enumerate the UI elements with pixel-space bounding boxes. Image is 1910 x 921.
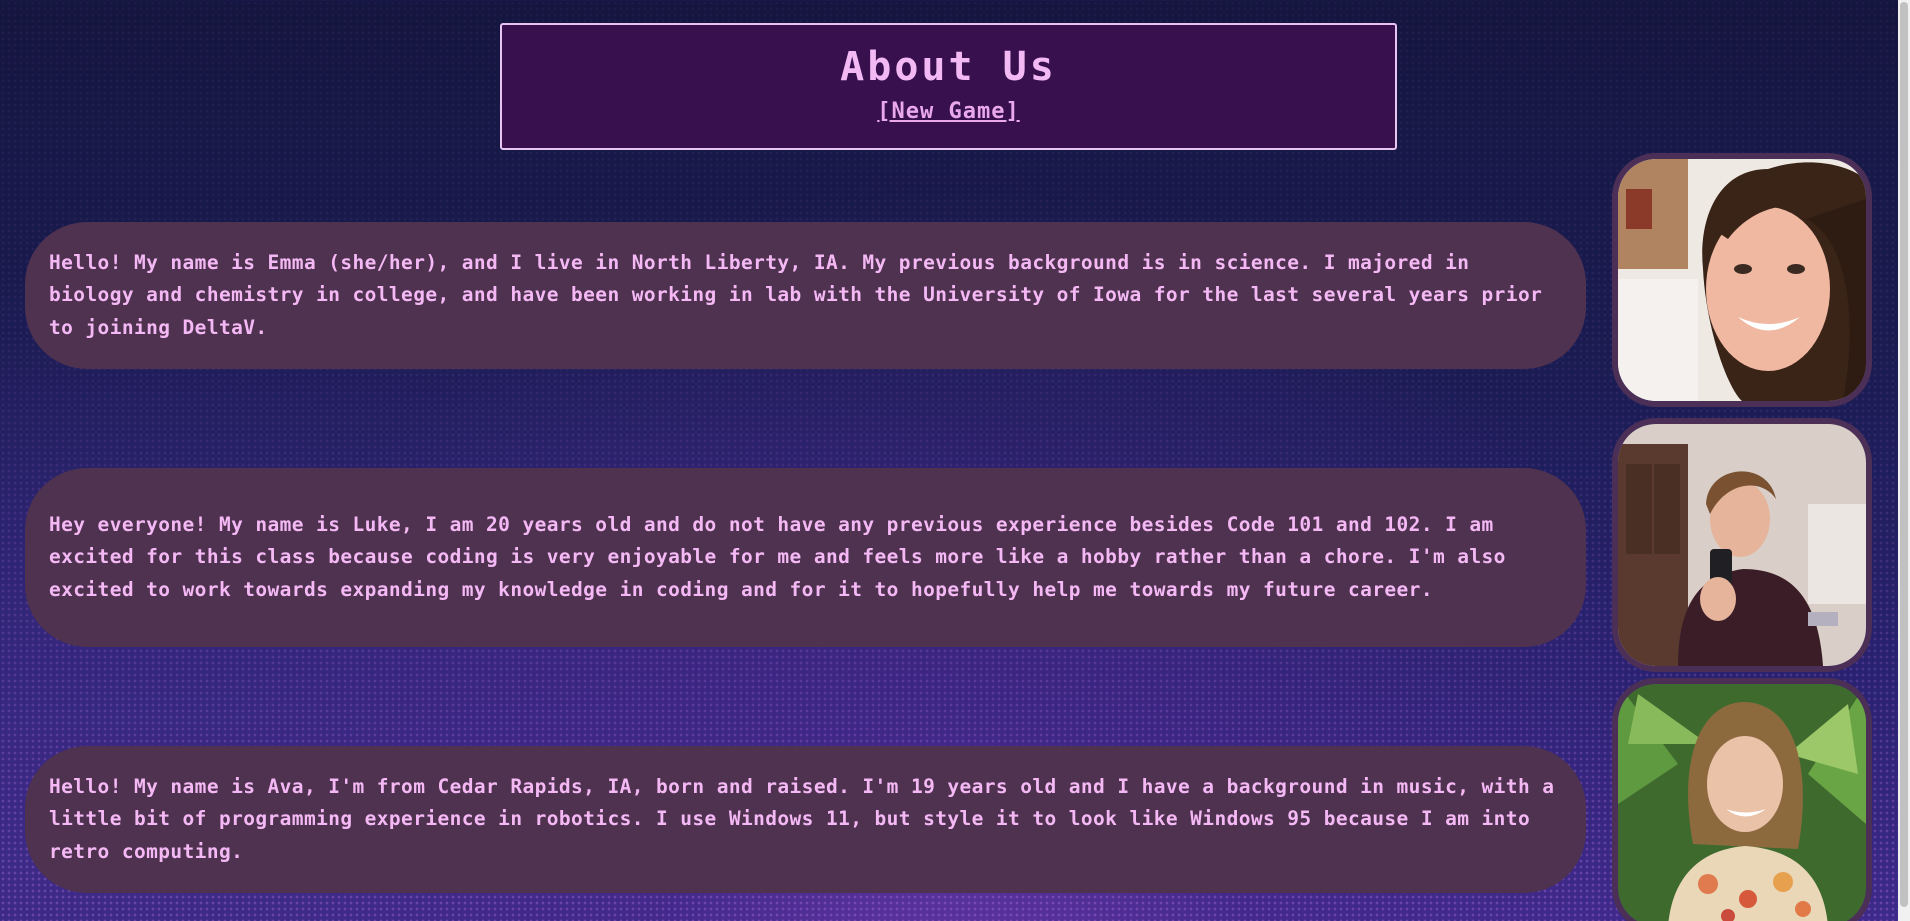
new-game-link[interactable]: [New Game]: [877, 99, 1019, 124]
portrait-photo-icon: [1618, 424, 1866, 666]
bio-bubble-ava: Hello! My name is Ava, I'm from Cedar Ra…: [25, 746, 1586, 893]
page-header: About Us [New Game]: [500, 23, 1397, 150]
avatar-luke: [1612, 418, 1872, 672]
portrait-photo-icon: [1618, 159, 1866, 401]
bio-text: Hey everyone! My name is Luke, I am 20 y…: [49, 512, 1506, 601]
page-title: About Us: [840, 44, 1057, 90]
vertical-scrollbar[interactable]: [1898, 0, 1910, 921]
bio-text: Hello! My name is Emma (she/her), and I …: [49, 250, 1543, 339]
avatar-emma: [1612, 153, 1872, 407]
avatar-ava: [1612, 678, 1872, 921]
bio-bubble-luke: Hey everyone! My name is Luke, I am 20 y…: [25, 468, 1586, 647]
scrollbar-thumb[interactable]: [1900, 2, 1908, 907]
bio-text: Hello! My name is Ava, I'm from Cedar Ra…: [49, 774, 1555, 863]
bio-bubble-emma: Hello! My name is Emma (she/her), and I …: [25, 222, 1586, 369]
portrait-photo-icon: [1618, 684, 1866, 921]
